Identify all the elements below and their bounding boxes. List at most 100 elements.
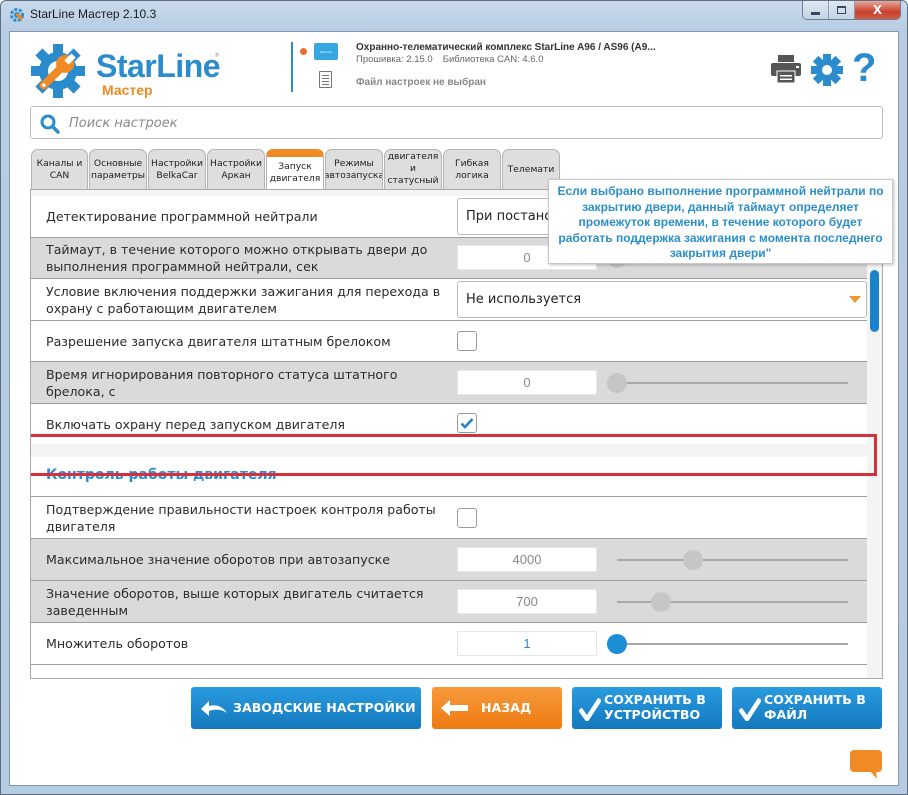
tab-engine-start[interactable]: Запуск двигателя [266,149,324,189]
tab-flexible-logic[interactable]: Гибкая логика [443,149,501,189]
setting-row-running-rpm: Значение оборотов, выше которых двигател… [31,581,867,623]
close-button[interactable]: X [855,1,900,19]
settings-gear-icon[interactable] [811,54,843,86]
help-icon[interactable]: ? [852,46,876,90]
close-icon: X [872,3,883,17]
device-title: Охранно-телематический комплекс StarLine… [356,42,656,53]
setting-row-remote-ignore-time: Время игнорирования повторного статуса ш… [31,362,867,404]
setting-tooltip: Если выбрано выполнение программной нейт… [548,179,893,264]
can-library-version: Библиотека CAN: 4.6.0 [442,54,544,65]
running-rpm-slider[interactable] [617,589,848,614]
checkmark-icon [460,418,474,429]
setting-label: Условие включения поддержки зажигания дл… [46,283,441,316]
setting-row-arm-before-start: Включать охрану перед запуском двигателя [31,404,867,444]
setting-row-max-rpm: Максимальное значение оборотов при автоз… [31,539,867,581]
maximize-button[interactable] [829,1,855,19]
maximize-icon [837,6,846,14]
slider-thumb[interactable] [683,550,704,570]
save-to-file-button[interactable]: СОХРАНИТЬ В ФАЙЛ [732,687,882,729]
slider-track [617,382,848,384]
search-icon [40,114,60,134]
setting-label: Детектирование программной нейтрали [46,209,318,224]
section-title: Контроль работы двигателя [46,467,277,483]
slider-track [617,559,848,561]
setting-row-partial [31,665,867,678]
slider-track [617,643,848,645]
setting-label: Множитель оборотов [46,636,189,651]
chat-icon[interactable] [850,750,882,780]
max-rpm-input[interactable]: 4000 [457,547,597,572]
tab-autostart-modes[interactable]: Режимы автозапуска [325,149,383,189]
dropdown-arrow-icon [849,296,861,303]
window-title: StarLine Мастер 2.10.3 [30,7,157,21]
tab-belkacar-settings[interactable]: Настройки BelkaCar [148,149,206,189]
title-bar[interactable]: StarLine Мастер 2.10.3 X [1,1,907,29]
app-window: StarLine Мастер 2.10.3 X StarLine ® Маст… [0,0,908,795]
confirm-engine-control-checkbox[interactable] [457,508,477,528]
search-box [30,106,883,139]
setting-label: Время игнорирования повторного статуса ш… [46,366,398,399]
minimize-icon [811,11,820,15]
file-icon [319,71,332,88]
setting-label: Таймаут, в течение которого можно открыв… [46,242,428,274]
setting-label: Подтверждение правильности настроек конт… [46,501,436,534]
starline-logo: StarLine ® Мастер [30,44,230,100]
undo-arrow-icon [201,701,227,716]
remote-ignore-time-input[interactable]: 0 [457,370,597,395]
search-input[interactable] [69,111,869,135]
checkmark-icon [579,697,601,721]
tab-basic-parameters[interactable]: Основные параметры [89,149,147,189]
device-icon: StarLine [314,43,338,60]
select-value: При постано [466,209,553,224]
setting-label: Разрешение запуска двигателя штатным бре… [46,333,391,349]
panel-scrollbar[interactable] [870,270,879,332]
select-value: Не используется [466,292,582,307]
setting-row-stock-remote-start: Разрешение запуска двигателя штатным бре… [31,321,867,362]
tab-channels-can[interactable]: Каналы и CAN [31,149,88,189]
settings-file-status: Файл настроек не выбран [356,77,486,88]
setting-label: Максимальное значение оборотов при автоз… [46,552,391,567]
arm-before-start-checkbox[interactable] [457,413,477,433]
remote-ignore-time-slider[interactable] [607,370,848,395]
setting-row-confirm-engine-control: Подтверждение правильности настроек конт… [31,497,867,539]
setting-label: Значение оборотов, выше которых двигател… [46,585,424,618]
app-icon [10,8,24,22]
firmware-version: Прошивка: 2.15.0 [356,54,433,65]
client-area: StarLine ® Мастер StarLine Охранно-телем… [9,31,899,786]
checkmark-icon [739,697,761,721]
logo-gear-wrench-icon [31,44,85,98]
max-rpm-slider[interactable] [617,547,848,572]
button-label: НАЗАД [481,700,532,715]
section-engine-control: Контроль работы двигателя [31,457,867,497]
setting-row-rpm-multiplier: Множитель оборотов 1 [31,623,867,665]
rpm-multiplier-slider[interactable] [607,631,848,656]
back-button[interactable]: НАЗАД [432,687,562,729]
button-label: СОХРАНИТЬ В УСТРОЙСТВО [604,692,706,722]
tab-engine-status[interactable]: двигателя и статусный [384,149,442,189]
window-controls: X [802,1,901,20]
slider-thumb[interactable] [607,373,627,393]
arrow-left-icon [441,700,468,716]
device-versions: Прошивка: 2.15.0 Библиотека CAN: 4.6.0 [356,54,543,65]
ignition-support-select[interactable]: Не используется [457,281,867,318]
stock-remote-start-checkbox[interactable] [457,331,477,351]
factory-settings-button[interactable]: ЗАВОДСКИЕ НАСТРОЙКИ [191,687,421,729]
header-divider [291,42,293,92]
logo-trademark: ® [214,52,220,59]
rpm-multiplier-input[interactable]: 1 [457,631,597,656]
button-label: СОХРАНИТЬ В ФАЙЛ [764,692,866,722]
slider-thumb[interactable] [607,634,627,654]
slider-thumb[interactable] [650,592,671,612]
logo-text: StarLine [96,48,221,84]
running-rpm-input[interactable]: 700 [457,589,597,614]
setting-label: Включать охрану перед запуском двигателя [46,416,346,432]
print-icon[interactable] [770,54,802,84]
settings-tabs: Каналы и CAN Основные параметры Настройк… [31,149,561,189]
minimize-button[interactable] [803,1,829,19]
button-label: ЗАВОДСКИЕ НАСТРОЙКИ [233,700,416,715]
connection-status-dot [300,48,307,55]
setting-row-ignition-support: Условие включения поддержки зажигания дл… [31,279,867,321]
save-to-device-button[interactable]: СОХРАНИТЬ В УСТРОЙСТВО [572,687,722,729]
logo-subtitle: Мастер [102,82,153,98]
tab-arkan-settings[interactable]: Настройки Аркан [207,149,265,189]
